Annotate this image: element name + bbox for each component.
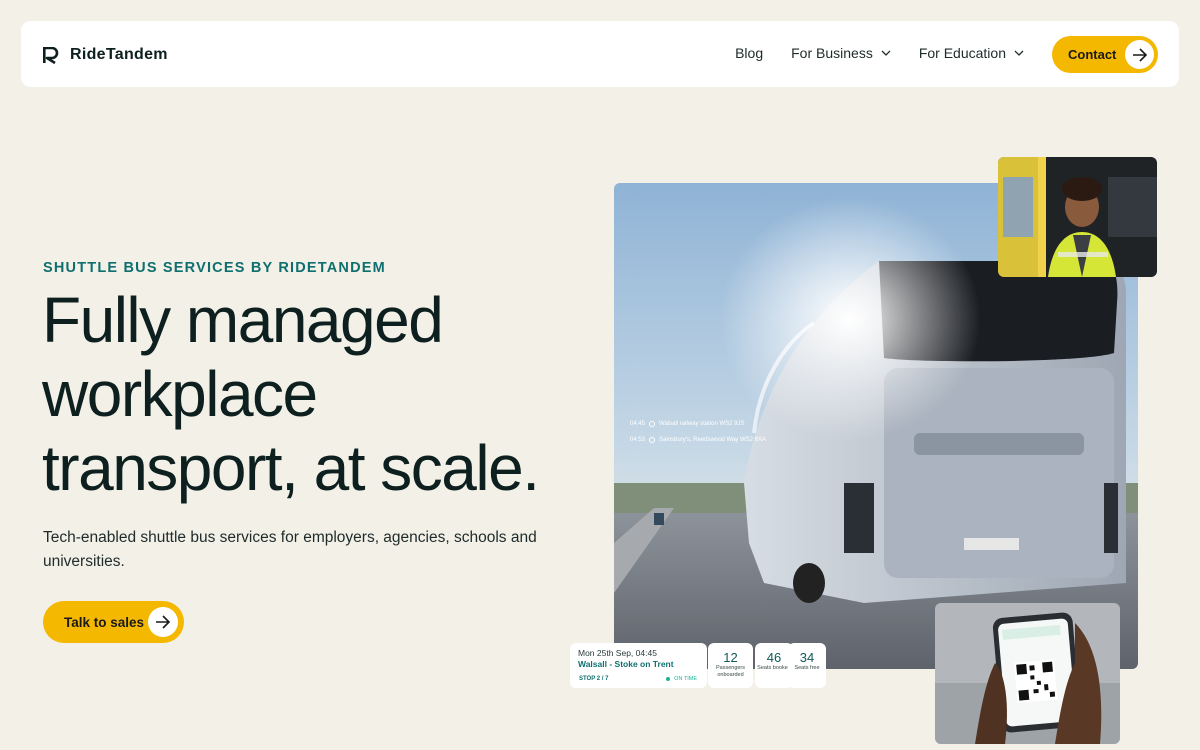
hero-eyebrow: SHUTTLE BUS SERVICES BY RIDETANDEM: [43, 260, 386, 276]
trip-status-label: ON TIME: [674, 676, 697, 682]
chevron-down-icon: [881, 50, 891, 56]
brand-name: RideTandem: [70, 46, 168, 63]
nav-link-blog[interactable]: Blog: [735, 45, 763, 61]
stop-dot-icon: [649, 421, 656, 427]
headline-line: transport, at scale.: [42, 432, 540, 504]
stat-value: 12: [723, 650, 738, 665]
nav-link-for-business[interactable]: For Business: [791, 45, 891, 61]
talk-to-sales-button[interactable]: Talk to sales: [43, 601, 184, 643]
hero-subheading: Tech-enabled shuttle bus services for em…: [43, 529, 537, 570]
nav-link-for-education[interactable]: For Education: [919, 45, 1024, 61]
trip-route: Walsall - Stoke on Trent: [578, 659, 674, 669]
hero-headline: Fully managed workplace transport, at sc…: [42, 283, 582, 505]
headline-line: workplace: [42, 358, 318, 430]
brand-logo[interactable]: RideTandem: [42, 46, 168, 64]
route-stop-overlay: 04:45 Walsall railway station WS2 9JS: [630, 421, 745, 427]
route-stop-name: Walsall railway station WS2 9JS: [659, 421, 745, 427]
route-stop-name: Sainsbury's, Reedswood Way WS2 8XA: [659, 437, 766, 443]
trip-status-card: Mon 25th Sep, 04:45 Walsall - Stoke on T…: [570, 643, 707, 688]
trip-stop-progress: STOP 2 / 7: [579, 676, 609, 682]
arrow-right-icon: [148, 607, 178, 637]
stat-card-seats-free: 34 Seats free: [788, 643, 826, 688]
status-dot-icon: [666, 677, 671, 681]
stat-value: 34: [799, 650, 815, 665]
route-stop-overlay: 04:53 Sainsbury's, Reedswood Way WS2 8XA: [630, 437, 766, 443]
nav-links: Blog For Business For Education: [735, 45, 1024, 61]
top-navigation-bar: RideTandem Blog For Business For Educati…: [21, 21, 1179, 87]
route-stop-time: 04:45: [630, 421, 646, 427]
arrow-right-icon: [1125, 40, 1154, 69]
ridetandem-logo-icon: [42, 46, 59, 64]
chevron-down-icon: [1014, 50, 1024, 56]
nav-link-label: For Business: [791, 45, 873, 61]
contact-button-label: Contact: [1068, 47, 1117, 62]
stat-label: Passengers onboarded: [715, 665, 746, 678]
headline-line: Fully managed: [42, 284, 444, 356]
nav-link-label: Blog: [735, 45, 764, 61]
stat-card-passengers: 12 Passengers onboarded: [708, 643, 753, 688]
trip-status-badge: ON TIME: [666, 676, 697, 682]
route-stop-time: 04:53: [630, 437, 646, 443]
stat-label: Seats free: [794, 665, 820, 671]
driver-photo: [998, 157, 1157, 277]
trip-date: Mon 25th Sep, 04:45: [578, 648, 657, 658]
stop-dot-icon: [649, 437, 656, 443]
nav-link-label: For Education: [918, 45, 1006, 61]
contact-button[interactable]: Contact: [1052, 36, 1158, 73]
talk-to-sales-label: Talk to sales: [64, 614, 145, 630]
phone-qr-ticket-photo: [935, 603, 1120, 744]
